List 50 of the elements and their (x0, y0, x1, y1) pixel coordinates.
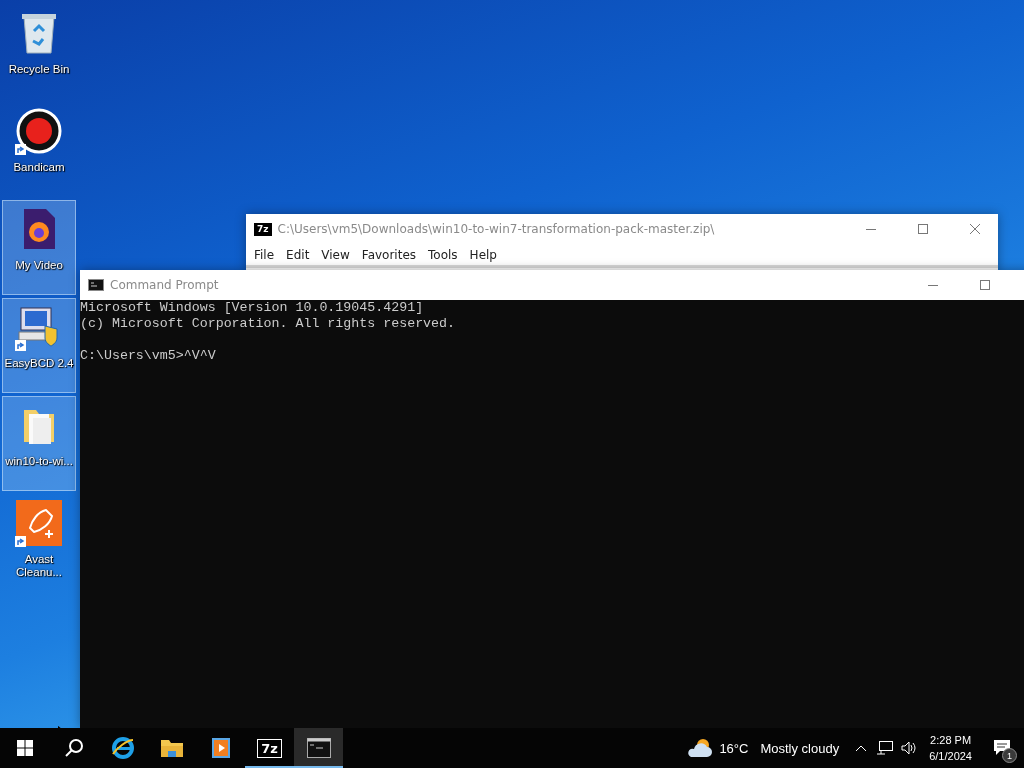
browser-e-icon (110, 736, 135, 760)
record-icon (16, 108, 62, 154)
search-icon (63, 738, 84, 758)
menu-item[interactable]: Favorites (355, 247, 423, 262)
console-line: Microsoft Windows [Version 10.0.19045.4291] (80, 300, 425, 316)
desktop-icon-label: My Video (14, 259, 64, 272)
close-icon (970, 224, 980, 234)
speaker-icon (901, 741, 918, 755)
cloud-sun-icon (687, 738, 714, 758)
desktop-icon-label: Recycle Bin (7, 63, 71, 76)
menu-item[interactable]: View (315, 247, 356, 262)
clock-button[interactable]: 2:28 PM 6/1/2024 (921, 728, 980, 768)
rocket-icon (16, 500, 62, 546)
minimize-icon (928, 284, 938, 286)
document-icon (22, 208, 56, 250)
minimize-icon (866, 228, 876, 230)
notification-count: 1 (1002, 748, 1017, 763)
notifications-button[interactable]: 1 (980, 728, 1024, 768)
windows-logo-icon (16, 740, 33, 756)
console-line: C:\Users\vm5>^V^V (80, 348, 217, 364)
menu-item[interactable]: File (248, 247, 281, 262)
maximize-icon (918, 224, 928, 234)
window-title: C:\Users\vm5\Downloads\win10-to-win7-transformation-pack-master.zip\ (277, 222, 716, 236)
folder-icon (159, 738, 184, 758)
desktop-icon-label: win10-to-wi... (4, 455, 74, 468)
archive-app-icon: 7z (254, 222, 272, 236)
computer-shield-icon (17, 306, 61, 348)
archive-app-icon: 7z (258, 739, 281, 757)
weather-button[interactable]: 16°C Mostly cloudy (677, 728, 850, 768)
taskbar-app-button[interactable] (294, 728, 343, 768)
desktop-icon-label: Bandicam (12, 161, 66, 174)
desktop-icon[interactable]: Recycle Bin (2, 4, 76, 99)
console-icon (88, 279, 104, 291)
chevron-up-icon (855, 744, 868, 752)
network-icon (877, 741, 894, 755)
desktop-icon-label: EasyBCD 2.4 (3, 357, 75, 370)
desktop-icon[interactable]: My Video (2, 200, 76, 295)
recycle-bin-icon (19, 11, 59, 55)
desktop-icon-label: Avast Cleanu... (15, 553, 63, 579)
media-player-icon (210, 737, 231, 759)
maximize-icon (980, 280, 990, 290)
console-line: (c) Microsoft Corporation. All rights reserved. (80, 316, 457, 332)
menu-item[interactable]: Edit (280, 247, 316, 262)
desktop-icon[interactable]: Avast Cleanu... (2, 494, 76, 589)
desktop-icon[interactable]: EasyBCD 2.4 (2, 298, 76, 393)
desktop-icon[interactable]: Bandicam (2, 102, 76, 197)
console-icon (306, 738, 331, 758)
menu-item[interactable]: Help (463, 247, 503, 262)
menu-item[interactable]: Tools (422, 247, 464, 262)
window-title: Command Prompt (110, 278, 220, 292)
